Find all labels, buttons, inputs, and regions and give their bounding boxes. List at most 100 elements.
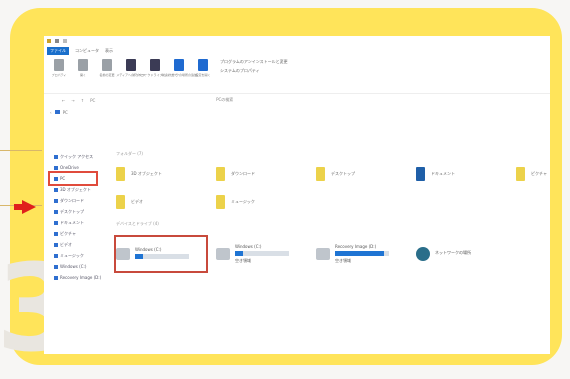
nav-label: PC (60, 176, 66, 181)
drive-icon (116, 248, 130, 260)
nav-icon (54, 176, 58, 181)
usage-bar (335, 251, 389, 256)
save-icon[interactable] (55, 39, 59, 43)
media-icon (126, 59, 136, 71)
nav-item-6[interactable]: ドキュメント (44, 217, 106, 228)
nav-item-2[interactable]: PC (48, 171, 98, 186)
nav-item-10[interactable]: Windows (C:) (44, 261, 106, 272)
usage-bar (135, 254, 189, 259)
drive-detail: 空き領域 (335, 258, 351, 263)
content-area: フォルダー (7) 3D オブジェクト ダウンロード デスクトップ ドキュメント ピクチ… (114, 151, 550, 354)
nav-label: クイック アクセス (60, 153, 94, 159)
nav-label: ビデオ (60, 241, 72, 247)
nav-icon (54, 264, 58, 269)
address-path[interactable]: PC (90, 98, 210, 103)
folder-item[interactable]: ピクチャ (516, 165, 550, 183)
network-location-icon (174, 59, 184, 71)
folder-icon (316, 167, 325, 181)
nav-icon (54, 253, 58, 258)
nav-label: 3D オブジェクト (60, 186, 91, 192)
address-bar: ← → ↑ PC PCの検索 (44, 94, 550, 106)
drive-label: Recovery Image (D:) (335, 244, 377, 249)
folder-item[interactable]: デスクトップ (316, 165, 416, 183)
folder-label: デスクトップ (331, 171, 355, 176)
network-drive-button[interactable]: ネットワークドライブの割り当て (133, 59, 178, 77)
folder-label: ビデオ (131, 199, 143, 204)
nav-item-5[interactable]: デスクトップ (44, 206, 106, 217)
drive-item[interactable]: Recovery Image (D:) 空き領域 (316, 237, 406, 271)
nav-item-1[interactable]: OneDrive (44, 162, 106, 173)
drive-label: Windows (C:) (135, 247, 162, 252)
nav-icon (54, 231, 58, 236)
drive-item[interactable]: Windows (C:) 空き領域 (216, 237, 306, 271)
system-properties-link[interactable]: システムのプロパティ (220, 68, 288, 74)
nav-item-3[interactable]: 3D オブジェクト (44, 184, 106, 195)
back-button[interactable]: ← (62, 98, 65, 103)
breadcrumb-pc[interactable]: PC (63, 110, 68, 115)
settings-icon (198, 59, 208, 71)
settings-button[interactable]: 設定を開く (196, 59, 211, 77)
tab-computer[interactable]: コンピュータ (75, 48, 99, 54)
title-bar (44, 36, 550, 46)
nav-label: Windows (C:) (60, 264, 87, 269)
up-button[interactable]: ↑ (81, 98, 84, 103)
nav-item-11[interactable]: Recovery Image (D:) (44, 272, 106, 283)
properties-button[interactable]: プロパティ (52, 59, 66, 77)
nav-item-4[interactable]: ダウンロード (44, 195, 106, 206)
drive-label: Windows (C:) (235, 244, 262, 249)
nav-icon (54, 165, 58, 170)
folder-item[interactable]: 3D オブジェクト (116, 165, 216, 183)
folder-label: ピクチャ (531, 171, 547, 176)
folder-icon (47, 39, 51, 43)
nav-icon (54, 187, 58, 192)
open-button[interactable]: 開く (76, 59, 90, 77)
properties-icon (54, 59, 64, 71)
search-input[interactable]: PCの検索 (216, 97, 233, 103)
nav-icon (54, 275, 58, 280)
nav-icon (54, 154, 58, 159)
folder-label: ダウンロード (231, 171, 255, 176)
nav-item-0[interactable]: クイック アクセス (44, 151, 106, 162)
pointer-arrow (22, 200, 36, 214)
folder-icon (116, 167, 125, 181)
nav-item-9[interactable]: ミュージック (44, 250, 106, 261)
drive-item[interactable]: Windows (C:) (114, 235, 208, 273)
folder-icon (116, 195, 125, 209)
nav-icon (54, 198, 58, 203)
usage-bar (235, 251, 289, 256)
nav-label: Recovery Image (D:) (60, 275, 102, 280)
folder-icon (216, 195, 225, 209)
folder-label: 3D オブジェクト (131, 171, 162, 176)
nav-icon (54, 242, 58, 247)
nav-label: ドキュメント (60, 219, 84, 225)
folder-item[interactable]: ミュージック (216, 193, 316, 211)
globe-icon (416, 247, 430, 261)
network-location-button[interactable]: ネットワークの場所の追加 (161, 59, 197, 77)
rename-button[interactable]: 名前の変更 (100, 59, 115, 77)
breadcrumb: ‹ PC (44, 106, 550, 118)
folder-item[interactable]: ダウンロード (216, 165, 316, 183)
folder-grid: 3D オブジェクト ダウンロード デスクトップ ドキュメント ピクチャビデオ ミュージック (116, 165, 550, 211)
uninstall-link[interactable]: プログラムのアンインストールと変更 (220, 59, 288, 65)
navigation-pane: クイック アクセス OneDrive PC 3D オブジェクトダウンロード デスクトップ… (44, 151, 106, 351)
drive-item[interactable]: ネットワークの場所 (416, 237, 506, 271)
pc-icon (54, 110, 60, 114)
folder-label: ミュージック (231, 199, 255, 204)
decorative-lines (0, 150, 42, 206)
drive-icon (216, 248, 230, 260)
ribbon-side-links: プログラムのアンインストールと変更 システムのプロパティ (220, 59, 288, 74)
drive-label: ネットワークの場所 (435, 250, 471, 255)
nav-icon (54, 220, 58, 225)
folder-icon (516, 167, 525, 181)
dropdown-icon[interactable] (63, 39, 67, 43)
nav-item-7[interactable]: ピクチャ (44, 228, 106, 239)
folder-item[interactable]: ビデオ (116, 193, 216, 211)
folder-item[interactable]: ドキュメント (416, 165, 516, 183)
tab-file[interactable]: ファイル (47, 46, 69, 55)
nav-item-8[interactable]: ビデオ (44, 239, 106, 250)
tab-view[interactable]: 表示 (105, 48, 113, 54)
folders-header: フォルダー (7) (116, 151, 143, 156)
forward-button[interactable]: → (71, 98, 74, 103)
nav-label: ミュージック (60, 252, 84, 258)
breadcrumb-arrow[interactable]: ‹ (50, 110, 52, 115)
